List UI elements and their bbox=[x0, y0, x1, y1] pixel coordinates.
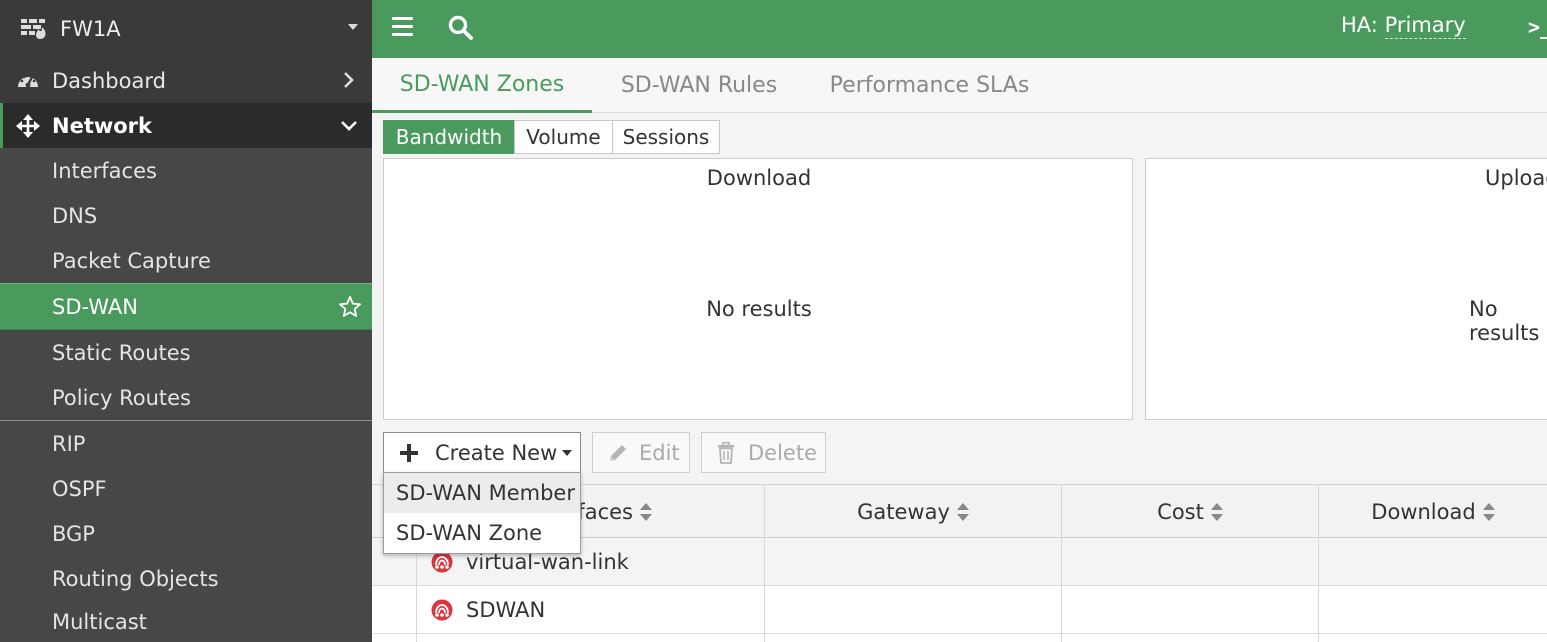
tab-sd-wan-zones[interactable]: SD-WAN Zones bbox=[372, 58, 592, 113]
sidebar-item-label: Policy Routes bbox=[52, 385, 191, 410]
interface-cell: SDWAN bbox=[430, 586, 545, 634]
sidebar-item-static-routes[interactable]: Static Routes bbox=[0, 330, 372, 375]
segment-volume[interactable]: Volume bbox=[514, 120, 613, 154]
delete-label: Delete bbox=[748, 440, 817, 465]
column-divider bbox=[1061, 484, 1062, 642]
empty-message: No results bbox=[1469, 297, 1540, 345]
column-header-label: Download bbox=[1371, 500, 1476, 524]
sort-icon bbox=[1482, 503, 1495, 521]
column-divider bbox=[1318, 484, 1319, 642]
segment-bandwidth[interactable]: Bandwidth bbox=[383, 120, 515, 154]
create-new-dropdown-menu: SD-WAN Member SD-WAN Zone bbox=[383, 472, 581, 554]
sidebar-item-label: Static Routes bbox=[52, 340, 191, 365]
sidebar-item-label: BGP bbox=[52, 521, 95, 546]
ha-status[interactable]: HA: Primary bbox=[1341, 13, 1466, 39]
sidebar-item-label: Dashboard bbox=[52, 68, 166, 93]
sort-icon bbox=[956, 503, 969, 521]
sidebar-item-label: OSPF bbox=[52, 476, 107, 501]
menu-hamburger-icon[interactable] bbox=[392, 17, 413, 37]
firewall-icon bbox=[21, 19, 46, 39]
favorite-star-icon[interactable] bbox=[338, 295, 362, 319]
sidebar-item-interfaces[interactable]: Interfaces bbox=[0, 148, 372, 193]
tab-bar: SD-WAN Zones SD-WAN Rules Performance SL… bbox=[372, 58, 1547, 113]
sidebar-item-label: SD-WAN bbox=[52, 294, 138, 319]
column-header-label: Gateway bbox=[857, 500, 950, 524]
panel-title: Upload bbox=[1485, 166, 1547, 190]
top-bar: HA: Primary >_ bbox=[372, 0, 1547, 58]
segment-sessions[interactable]: Sessions bbox=[612, 120, 720, 154]
column-header-gateway[interactable]: Gateway bbox=[765, 485, 1061, 539]
interface-name: SDWAN bbox=[466, 598, 546, 622]
trash-icon bbox=[718, 441, 734, 464]
empty-message: No results bbox=[706, 297, 812, 321]
sort-icon bbox=[1210, 503, 1223, 521]
sidebar-item-ospf[interactable]: OSPF bbox=[0, 466, 372, 511]
sd-wan-zone-icon bbox=[431, 599, 453, 621]
create-new-button[interactable]: Create New bbox=[383, 432, 581, 473]
sidebar-item-packet-capture[interactable]: Packet Capture bbox=[0, 238, 372, 283]
ha-label: HA: bbox=[1341, 13, 1378, 37]
sidebar-item-label: Routing Objects bbox=[52, 566, 219, 591]
sidebar-item-dashboard[interactable]: Dashboard bbox=[0, 58, 372, 103]
column-divider bbox=[764, 484, 765, 642]
sidebar-item-network[interactable]: Network bbox=[0, 103, 372, 148]
column-header-cost[interactable]: Cost bbox=[1062, 485, 1318, 539]
sidebar-item-policy-routes[interactable]: Policy Routes bbox=[0, 375, 372, 420]
edit-button[interactable]: Edit bbox=[592, 432, 690, 473]
menu-item-sd-wan-zone[interactable]: SD-WAN Zone bbox=[384, 513, 580, 553]
chevron-down-icon[interactable] bbox=[348, 24, 358, 30]
sidebar-item-routing-objects[interactable]: Routing Objects bbox=[0, 556, 372, 601]
sidebar-item-label: Interfaces bbox=[52, 158, 157, 183]
sidebar-item-rip[interactable]: RIP bbox=[0, 421, 372, 466]
search-icon[interactable] bbox=[448, 15, 474, 41]
column-header-label: Cost bbox=[1157, 500, 1204, 524]
device-name: FW1A bbox=[60, 17, 121, 41]
dashboard-icon bbox=[18, 73, 38, 88]
device-selector[interactable]: FW1A bbox=[0, 0, 372, 58]
sidebar-item-dns[interactable]: DNS bbox=[0, 193, 372, 238]
sidebar-item-multicast[interactable]: Multicast bbox=[0, 601, 372, 642]
main-content: Bandwidth Volume Sessions Download No re… bbox=[372, 113, 1547, 642]
sidebar: FW1A Dashboard Network Interfaces DNS Pa… bbox=[0, 0, 372, 642]
chevron-down-icon bbox=[341, 121, 357, 131]
sidebar-item-label: Multicast bbox=[52, 609, 147, 634]
sort-icon bbox=[639, 503, 652, 521]
delete-button[interactable]: Delete bbox=[701, 432, 826, 473]
table-row[interactable]: SDWAN bbox=[372, 586, 1547, 634]
sidebar-item-label: DNS bbox=[52, 203, 98, 228]
chevron-right-icon bbox=[344, 72, 354, 88]
cli-console-icon[interactable]: >_ bbox=[1528, 15, 1547, 39]
tab-performance-slas[interactable]: Performance SLAs bbox=[817, 58, 1042, 113]
plus-icon bbox=[400, 443, 418, 462]
sidebar-item-bgp[interactable]: BGP bbox=[0, 511, 372, 556]
menu-item-sd-wan-member[interactable]: SD-WAN Member bbox=[384, 473, 580, 513]
sidebar-item-sd-wan[interactable]: SD-WAN bbox=[0, 283, 372, 330]
tab-sd-wan-rules[interactable]: SD-WAN Rules bbox=[599, 58, 799, 113]
upload-chart-panel: Upload No results bbox=[1145, 158, 1547, 420]
sidebar-item-label: Network bbox=[52, 113, 153, 138]
create-new-label: Create New bbox=[435, 440, 558, 465]
column-header-download[interactable]: Download bbox=[1319, 485, 1547, 539]
edit-label: Edit bbox=[639, 440, 680, 465]
sidebar-item-label: RIP bbox=[52, 431, 86, 456]
caret-down-icon bbox=[562, 449, 573, 456]
panel-title: Download bbox=[706, 166, 812, 190]
network-arrows-icon bbox=[16, 114, 40, 138]
ha-value: Primary bbox=[1384, 13, 1466, 39]
sidebar-item-label: Packet Capture bbox=[52, 248, 211, 273]
pencil-icon bbox=[610, 444, 626, 461]
download-chart-panel: Download No results bbox=[383, 158, 1133, 420]
